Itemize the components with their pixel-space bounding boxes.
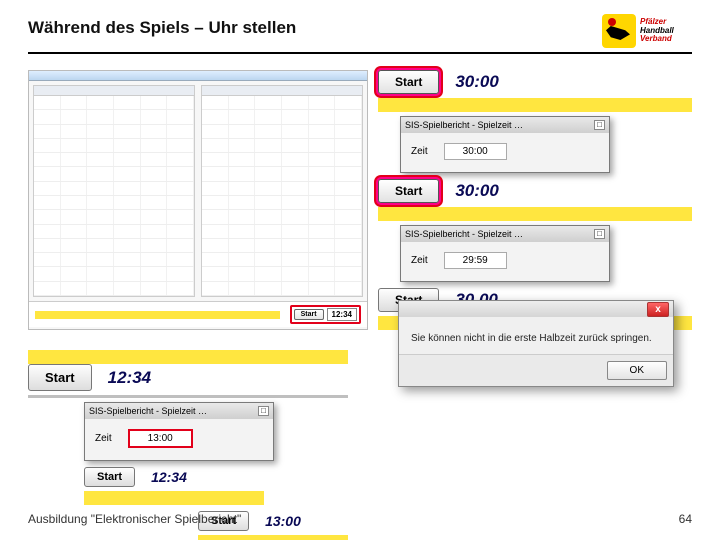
time-dialog-2: SIS-Spielbericht - Spielzeit … □ Zeit 29… [400,225,610,282]
clock-r2: 30:00 [447,179,506,203]
logo-line-3: Verband [640,35,674,43]
time-input-highlighted[interactable]: 13:00 [128,429,193,448]
brand-logo: Pfälzer Handball Verband [602,8,692,54]
team-grid-right [201,85,363,297]
yellow-bar [378,98,692,112]
time-input[interactable]: 29:59 [444,252,507,269]
time-label: Zeit [411,255,428,266]
ok-button[interactable]: OK [607,361,667,380]
page-number: 64 [679,512,692,526]
start-button-r2[interactable]: Start [378,179,439,203]
start-button-small[interactable]: Start [294,309,324,320]
dialog-title: SIS-Spielbericht - Spielzeit … [405,120,523,130]
confirm-message: Sie können nicht in die erste Halbzeit z… [399,317,673,354]
logo-mark-icon [602,14,636,48]
minimize-icon[interactable]: □ [258,406,269,416]
clock-bl1: 12:34 [100,366,159,390]
yellow-bar [84,491,264,505]
footer-text: Ausbildung "Elektronischer Spielbericht" [28,512,241,526]
start-button-r1[interactable]: Start [378,70,439,94]
app-main-screenshot: Start 12:34 [28,70,368,330]
yellow-bar [378,207,692,221]
dialog-title: SIS-Spielbericht - Spielzeit … [89,406,207,416]
close-icon[interactable]: x [647,302,669,317]
clock-r1: 30:00 [447,70,506,94]
page-title: Während des Spiels – Uhr stellen [28,18,692,38]
time-dialog-1: SIS-Spielbericht - Spielzeit … □ Zeit 30… [400,116,610,173]
start-button-bl2[interactable]: Start [84,467,135,487]
confirm-dialog: x Sie können nicht in die erste Halbzeit… [398,300,674,387]
minimize-icon[interactable]: □ [594,120,605,130]
yellow-bar [28,350,348,364]
time-label: Zeit [411,146,428,157]
start-time-highlight: Start 12:34 [290,305,361,324]
team-grid-left [33,85,195,297]
dialog-title: SIS-Spielbericht - Spielzeit … [405,229,523,239]
time-dialog-bl: SIS-Spielbericht - Spielzeit … □ Zeit 13… [84,402,274,461]
yellow-bar [198,535,348,540]
clock-bl2: 12:34 [143,467,195,487]
app-titlebar [29,71,367,81]
time-label: Zeit [95,433,112,444]
clock-small: 12:34 [327,308,357,321]
minimize-icon[interactable]: □ [594,229,605,239]
logo-text: Pfälzer Handball Verband [640,18,674,43]
start-button-bl1[interactable]: Start [28,364,92,391]
time-input[interactable]: 30:00 [444,143,507,160]
